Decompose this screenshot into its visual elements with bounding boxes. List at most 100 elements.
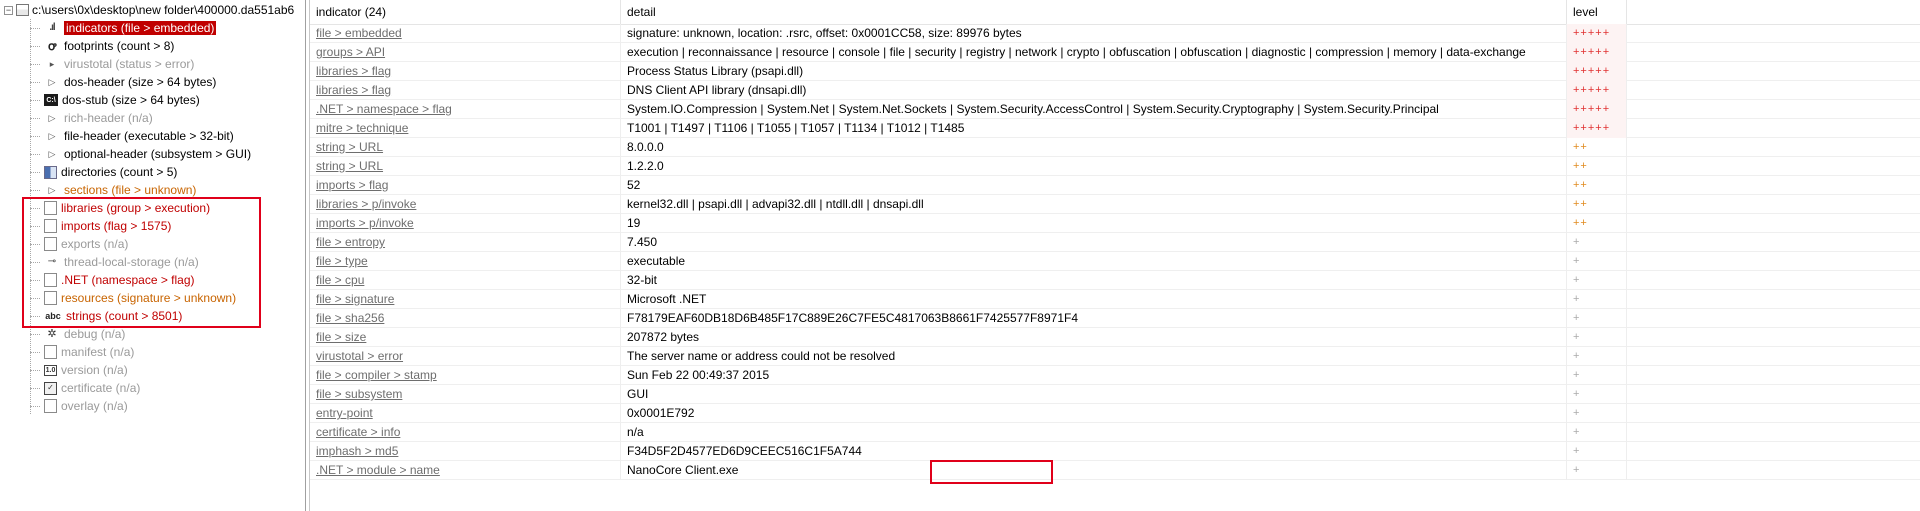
- tree-item[interactable]: ✲ debug (n/a): [30, 325, 125, 343]
- table-row[interactable]: string > URL 1.2.2.0 ++: [310, 157, 1920, 176]
- tree-item[interactable]: ▸ virustotal (status > error): [30, 55, 194, 73]
- table-row[interactable]: imports > p/invoke 19 ++: [310, 214, 1920, 233]
- indicator-cell[interactable]: file > sha256: [310, 309, 621, 328]
- tree-item[interactable]: ✓ certificate (n/a): [30, 379, 140, 397]
- table-row[interactable]: file > cpu 32-bit +: [310, 271, 1920, 290]
- footprints-icon: ꝍ: [47, 39, 57, 53]
- tree-connector: [30, 333, 40, 335]
- indicator-cell[interactable]: certificate > info: [310, 423, 621, 442]
- indicator-cell[interactable]: entry-point: [310, 404, 621, 423]
- table-row[interactable]: imphash > md5 F34D5F2D4577ED6D9CEEC516C1F…: [310, 442, 1920, 461]
- tree-item[interactable]: ⊸ thread-local-storage (n/a): [30, 253, 199, 271]
- indicator-cell[interactable]: imports > flag: [310, 176, 621, 195]
- arrow-icon: ▷: [48, 130, 56, 141]
- table-row[interactable]: file > type executable +: [310, 252, 1920, 271]
- indicator-cell[interactable]: groups > API: [310, 43, 621, 62]
- detail-cell: NanoCore Client.exe: [621, 461, 1567, 480]
- imports-icon: [44, 219, 57, 233]
- table-row[interactable]: file > subsystem GUI +: [310, 385, 1920, 404]
- detail-cell: The server name or address could not be …: [621, 347, 1567, 366]
- table-row[interactable]: libraries > flag Process Status Library (…: [310, 62, 1920, 81]
- detail-cell: signature: unknown, location: .rsrc, off…: [621, 24, 1567, 43]
- column-header-indicator[interactable]: indicator (24): [310, 0, 621, 24]
- tree-item[interactable]: resources (signature > unknown): [30, 289, 236, 307]
- table-row[interactable]: libraries > p/invoke kernel32.dll | psapi…: [310, 195, 1920, 214]
- table-row[interactable]: .NET > namespace > flag System.IO.Compres…: [310, 100, 1920, 119]
- tree-item[interactable]: ▷ sections (file > unknown): [30, 181, 196, 199]
- indicator-cell[interactable]: file > entropy: [310, 233, 621, 252]
- table-row[interactable]: file > signature Microsoft .NET +: [310, 290, 1920, 309]
- tree-item-label: virustotal (status > error): [64, 57, 195, 71]
- table-row[interactable]: file > embedded signature: unknown, locat…: [310, 24, 1920, 43]
- column-header-level[interactable]: level: [1567, 0, 1627, 24]
- indicator-cell[interactable]: file > size: [310, 328, 621, 347]
- tree-item[interactable]: imports (flag > 1575): [30, 217, 171, 235]
- tree-item[interactable]: 1.0 version (n/a): [30, 361, 128, 379]
- indicator-cell[interactable]: file > compiler > stamp: [310, 366, 621, 385]
- indicator-cell[interactable]: libraries > flag: [310, 81, 621, 100]
- collapse-icon[interactable]: −: [4, 5, 13, 15]
- indicator-cell[interactable]: .NET > namespace > flag: [310, 100, 621, 119]
- table-row[interactable]: file > entropy 7.450 +: [310, 233, 1920, 252]
- indicator-cell[interactable]: virustotal > error: [310, 347, 621, 366]
- table-row[interactable]: certificate > info n/a +: [310, 423, 1920, 442]
- tree-item[interactable]: directories (count > 5): [30, 163, 177, 181]
- indicator-cell[interactable]: string > URL: [310, 138, 621, 157]
- column-header-detail[interactable]: detail: [621, 0, 1567, 24]
- tree-item[interactable]: manifest (n/a): [30, 343, 134, 361]
- indicator-cell[interactable]: string > URL: [310, 157, 621, 176]
- tree-item[interactable]: ▷ dos-header (size > 64 bytes): [30, 73, 216, 91]
- table-row[interactable]: libraries > flag DNS Client API library (…: [310, 81, 1920, 100]
- empty-cell: [1627, 233, 1920, 252]
- tree-item[interactable]: .ıl indicators (file > embedded): [30, 19, 217, 37]
- table-row[interactable]: file > compiler > stamp Sun Feb 22 00:49:…: [310, 366, 1920, 385]
- tree-item[interactable]: ꝍ footprints (count > 8): [30, 37, 174, 55]
- table-row[interactable]: file > sha256 F78179EAF60DB18D6B485F17C88…: [310, 309, 1920, 328]
- tree-item-label: footprints (count > 8): [64, 39, 175, 53]
- overlay-icon: [44, 399, 57, 413]
- indicator-cell[interactable]: .NET > module > name: [310, 461, 621, 480]
- table-row[interactable]: string > URL 8.0.0.0 ++: [310, 138, 1920, 157]
- indicator-cell[interactable]: libraries > flag: [310, 62, 621, 81]
- indicator-cell[interactable]: file > embedded: [310, 24, 621, 43]
- indicator-cell[interactable]: file > signature: [310, 290, 621, 309]
- level-cell: +++++: [1567, 43, 1627, 62]
- table-row[interactable]: .NET > module > name NanoCore Client.exe +: [310, 461, 1920, 480]
- indicator-cell[interactable]: libraries > p/invoke: [310, 195, 621, 214]
- tree-item[interactable]: ▷ optional-header (subsystem > GUI): [30, 145, 251, 163]
- tree-item[interactable]: libraries (group > execution): [30, 199, 210, 217]
- table-row[interactable]: imports > flag 52 ++: [310, 176, 1920, 195]
- indicator-cell[interactable]: file > cpu: [310, 271, 621, 290]
- indicator-cell[interactable]: imports > p/invoke: [310, 214, 621, 233]
- tree-root[interactable]: − c:\users\0x\desktop\new folder\400000.…: [4, 2, 294, 18]
- tree-item[interactable]: ▷ rich-header (n/a): [30, 109, 153, 127]
- empty-cell: [1627, 43, 1920, 62]
- table-row[interactable]: virustotal > error The server name or add…: [310, 347, 1920, 366]
- indicator-cell[interactable]: mitre > technique: [310, 119, 621, 138]
- table-row[interactable]: mitre > technique T1001 | T1497 | T1106 |…: [310, 119, 1920, 138]
- directories-icon: [44, 165, 57, 179]
- table-row[interactable]: groups > API execution | reconnaissance |…: [310, 43, 1920, 62]
- tree-item-label: exports (n/a): [61, 237, 129, 251]
- tree-connector: [30, 171, 40, 173]
- tree-item-label: libraries (group > execution): [61, 201, 211, 215]
- tree-item[interactable]: abc strings (count > 8501): [30, 307, 182, 325]
- detail-cell: DNS Client API library (dnsapi.dll): [621, 81, 1567, 100]
- tree-item[interactable]: overlay (n/a): [30, 397, 128, 415]
- debug-icon: ✲: [47, 327, 57, 340]
- tree-item[interactable]: .NET (namespace > flag): [30, 271, 195, 289]
- detail-cell: executable: [621, 252, 1567, 271]
- table-row[interactable]: file > size 207872 bytes +: [310, 328, 1920, 347]
- indicator-cell[interactable]: file > type: [310, 252, 621, 271]
- resources-icon: [44, 291, 57, 305]
- arrow-icon: ▷: [48, 184, 56, 195]
- tree-item-label: strings (count > 8501): [66, 309, 183, 323]
- indicator-cell[interactable]: imphash > md5: [310, 442, 621, 461]
- indicator-cell[interactable]: file > subsystem: [310, 385, 621, 404]
- tree-item[interactable]: ▷ file-header (executable > 32-bit): [30, 127, 234, 145]
- level-cell: ++: [1567, 157, 1627, 176]
- empty-cell: [1627, 290, 1920, 309]
- tree-item[interactable]: exports (n/a): [30, 235, 128, 253]
- tree-item[interactable]: C:\ dos-stub (size > 64 bytes): [30, 91, 200, 109]
- table-row[interactable]: entry-point 0x0001E792 +: [310, 404, 1920, 423]
